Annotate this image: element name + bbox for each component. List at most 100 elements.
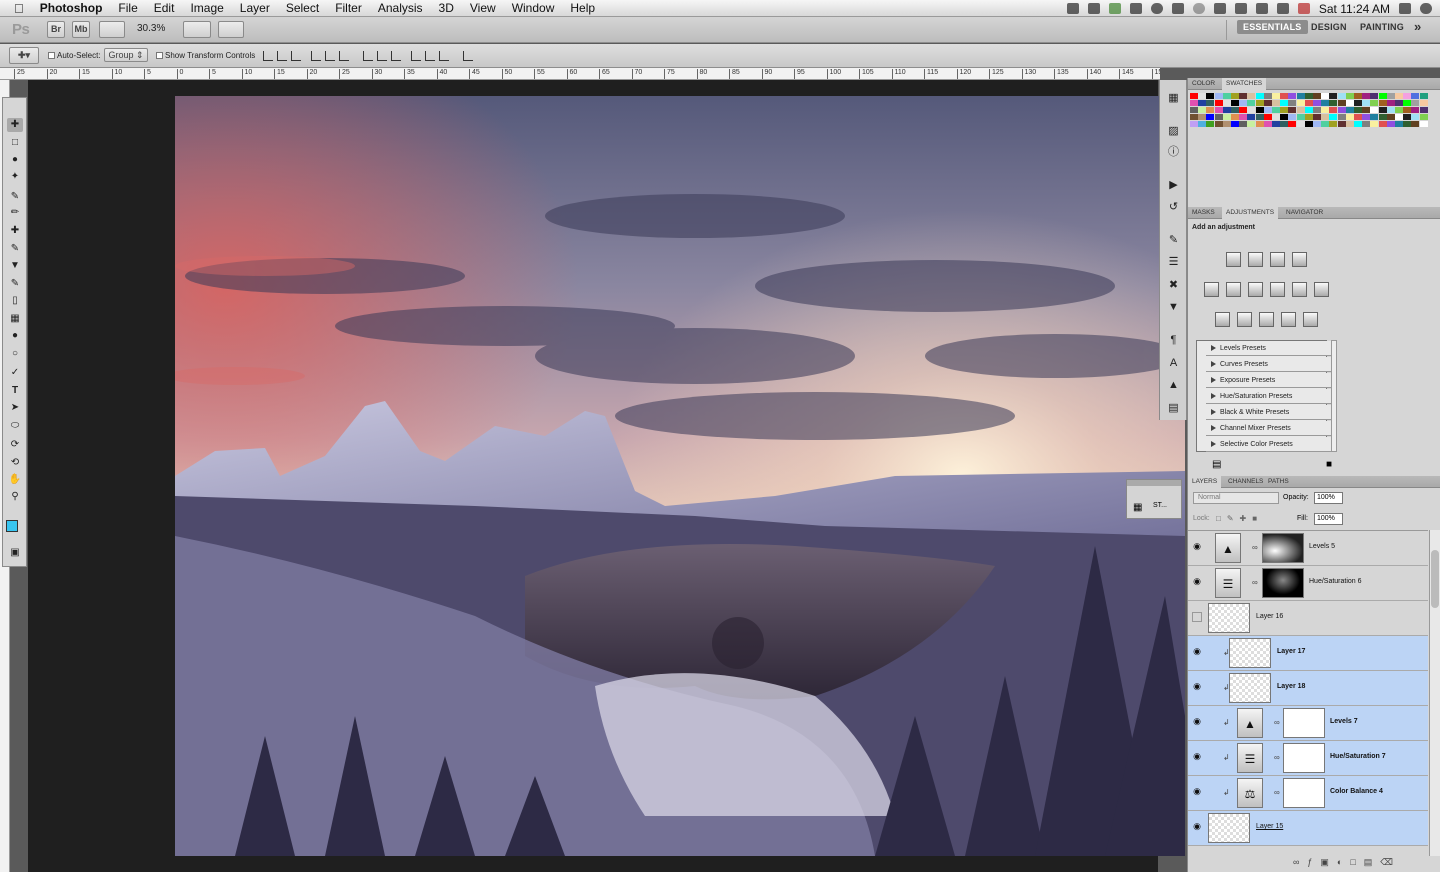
eye-icon[interactable]: ◉ <box>1192 577 1202 586</box>
exposure-icon[interactable] <box>1292 252 1307 267</box>
color-swatch[interactable] <box>1222 121 1231 127</box>
hand-tool-icon[interactable]: ✋ <box>7 473 23 487</box>
view-extras-button[interactable] <box>99 21 125 38</box>
camera-icon[interactable] <box>1066 3 1079 14</box>
color-swatch[interactable] <box>1378 107 1387 113</box>
color-swatch[interactable] <box>1272 93 1280 99</box>
color-swatch[interactable] <box>1239 100 1248 106</box>
align-top-icon[interactable] <box>263 51 273 61</box>
character-icon[interactable]: A <box>1166 357 1181 370</box>
layer-row[interactable]: Layer 16 <box>1188 601 1428 636</box>
eye-icon[interactable]: ◉ <box>1192 822 1202 831</box>
spotlight-icon[interactable] <box>1420 3 1432 14</box>
tool-presets-icon[interactable]: ✖ <box>1166 279 1181 292</box>
color-swatch[interactable] <box>1403 114 1412 120</box>
levels-icon[interactable] <box>1248 252 1263 267</box>
color-swatch[interactable] <box>1288 100 1297 106</box>
black-white-icon[interactable] <box>1270 282 1285 297</box>
opacity-field[interactable]: 100% <box>1314 492 1343 504</box>
color-swatch[interactable] <box>1263 107 1272 113</box>
menu-help[interactable]: Help <box>562 0 603 17</box>
color-swatch[interactable] <box>1247 93 1256 99</box>
color-swatch[interactable] <box>1395 93 1403 99</box>
color-swatch[interactable] <box>1247 121 1256 127</box>
color-swatch[interactable] <box>1190 93 1198 99</box>
workspace-design[interactable]: DESIGN <box>1311 22 1347 32</box>
align-right-icon[interactable] <box>339 51 349 61</box>
history-icon[interactable]: ↺ <box>1166 201 1181 214</box>
lock-icons[interactable]: □✎✚■ <box>1216 514 1263 523</box>
histogram-icon[interactable]: ▨ <box>1166 125 1181 138</box>
swatches-grid[interactable] <box>1188 91 1440 203</box>
eraser-tool-icon[interactable]: ▯ <box>7 294 23 308</box>
gauge-icon[interactable] <box>1150 3 1163 14</box>
color-swatch[interactable] <box>1288 107 1297 113</box>
eye-icon[interactable]: ◉ <box>1192 682 1202 691</box>
healing-brush-tool-icon[interactable]: ✚ <box>7 224 23 238</box>
shape-tool-icon[interactable]: ⬭ <box>7 419 23 433</box>
color-swatch[interactable] <box>1198 107 1207 113</box>
paragraph-icon[interactable]: ¶ <box>1166 334 1181 347</box>
layer-mask-thumbnail[interactable] <box>1262 533 1304 563</box>
color-swatch[interactable] <box>1222 93 1231 99</box>
move-tool-icon[interactable]: ✚ <box>7 118 23 132</box>
color-swatch[interactable] <box>1378 121 1387 127</box>
color-swatch[interactable] <box>1222 114 1231 120</box>
color-swatch[interactable] <box>1231 107 1239 113</box>
posterize-icon[interactable] <box>1237 312 1252 327</box>
color-swatch[interactable] <box>1313 107 1321 113</box>
eye-icon[interactable]: ◉ <box>1192 787 1202 796</box>
clock[interactable]: Sat 11:24 AM <box>1319 2 1390 16</box>
preset-black-white[interactable]: Black & White Presets <box>1206 405 1335 420</box>
color-swatch[interactable] <box>1329 93 1338 99</box>
color-swatch[interactable] <box>1378 93 1387 99</box>
adobe-icon[interactable] <box>1087 3 1100 14</box>
color-swatch[interactable] <box>1214 121 1223 127</box>
apple-menu-icon[interactable]:  <box>0 0 32 17</box>
color-swatch[interactable] <box>1280 93 1289 99</box>
dropbox-icon[interactable] <box>1171 3 1184 14</box>
color-swatch[interactable] <box>1321 107 1330 113</box>
chain-icon[interactable]: ∞ <box>1274 753 1280 762</box>
clip-icon[interactable] <box>1129 3 1142 14</box>
menu-view[interactable]: View <box>462 0 504 17</box>
color-swatch[interactable] <box>1329 107 1338 113</box>
color-swatch[interactable] <box>1419 100 1428 106</box>
color-swatch[interactable] <box>1354 93 1362 99</box>
distribute-hcenter-icon[interactable] <box>425 51 435 61</box>
color-swatch[interactable] <box>1239 93 1248 99</box>
color-swatch[interactable] <box>1411 107 1420 113</box>
workspace-essentials[interactable]: ESSENTIALS <box>1237 20 1308 34</box>
curves-icon[interactable] <box>1270 252 1285 267</box>
launch-mini-bridge-button[interactable]: Mb <box>72 21 90 38</box>
eye-icon[interactable]: ◉ <box>1192 717 1202 726</box>
presets-scrollbar[interactable] <box>1331 340 1337 452</box>
actions-icon[interactable]: ▶ <box>1166 179 1181 192</box>
color-swatch[interactable] <box>1206 107 1215 113</box>
time-machine-icon[interactable] <box>1192 3 1205 14</box>
styles-mini-panel[interactable]: ▦ ST... <box>1126 479 1182 519</box>
artwork-image[interactable] <box>175 96 1185 856</box>
menu-layer[interactable]: Layer <box>232 0 278 17</box>
color-swatch[interactable] <box>1304 100 1313 106</box>
clip-to-layer-icon[interactable]: ▤ <box>1212 459 1221 470</box>
color-swatch[interactable] <box>1296 107 1305 113</box>
color-swatch[interactable] <box>1354 114 1362 120</box>
gradient-map-icon[interactable] <box>1281 312 1296 327</box>
brightness-contrast-icon[interactable] <box>1226 252 1241 267</box>
grid-icon[interactable] <box>1234 3 1247 14</box>
color-swatch[interactable] <box>1255 107 1264 113</box>
mini-panel-header[interactable] <box>1127 480 1181 486</box>
color-swatch[interactable] <box>1403 93 1412 99</box>
tab-color[interactable]: COLOR <box>1188 78 1219 90</box>
blend-mode-dropdown[interactable]: Normal <box>1193 492 1279 504</box>
color-swatch[interactable] <box>1214 93 1223 99</box>
color-swatch[interactable] <box>1362 114 1371 120</box>
color-swatch[interactable] <box>1206 114 1215 120</box>
arrange-documents-button[interactable] <box>183 21 211 38</box>
brush-presets-icon[interactable]: ✎ <box>1166 234 1181 247</box>
layer-row[interactable]: ◉ ↲ Layer 17 <box>1188 636 1428 671</box>
color-swatch[interactable] <box>1247 100 1256 106</box>
color-swatch[interactable] <box>1419 93 1428 99</box>
color-swatch[interactable] <box>1337 107 1346 113</box>
